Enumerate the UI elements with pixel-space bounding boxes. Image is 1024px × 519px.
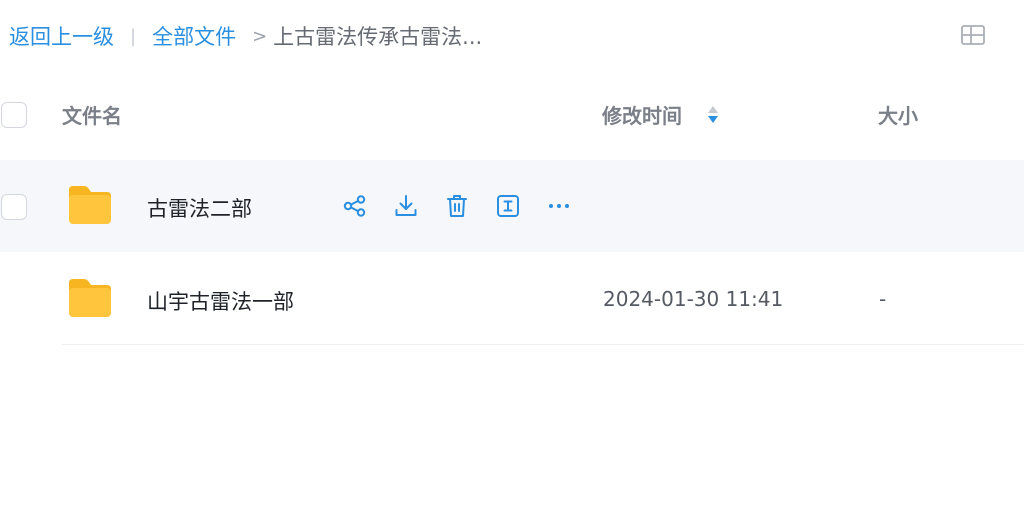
column-header-name[interactable]: 文件名 xyxy=(62,100,122,129)
breadcrumb: 返回上一级 | 全部文件 > 上古雷法传承古雷法... xyxy=(9,20,482,52)
row-actions xyxy=(342,193,597,219)
grid-view-icon[interactable] xyxy=(960,23,986,47)
sort-icon[interactable] xyxy=(706,101,720,127)
select-all-checkbox[interactable] xyxy=(1,102,27,128)
row-checkbox[interactable] xyxy=(1,194,27,220)
table-header: 文件名 修改时间 大小 xyxy=(0,88,1024,144)
all-files-link[interactable]: 全部文件 xyxy=(152,21,236,51)
breadcrumb-separator: | xyxy=(130,25,137,47)
table-row[interactable]: 山宇古雷法一部 2024-01-30 11:41 - xyxy=(0,253,1024,345)
folder-icon xyxy=(67,184,113,226)
table-row[interactable]: 古雷法二部 xyxy=(0,160,1024,252)
rename-icon[interactable] xyxy=(495,193,521,219)
column-header-modified[interactable]: 修改时间 xyxy=(602,100,682,129)
back-link[interactable]: 返回上一级 xyxy=(9,21,114,51)
folder-icon xyxy=(67,277,113,319)
download-icon[interactable] xyxy=(393,193,419,219)
more-icon[interactable] xyxy=(546,193,572,219)
file-browser: 返回上一级 | 全部文件 > 上古雷法传承古雷法... 文件名 修改时间 大小 xyxy=(0,0,1024,519)
row-divider xyxy=(62,344,1024,345)
share-icon[interactable] xyxy=(342,193,368,219)
modified-time: 2024-01-30 11:41 xyxy=(603,287,784,311)
breadcrumb-arrow: > xyxy=(252,25,268,47)
trash-icon[interactable] xyxy=(444,193,470,219)
current-folder-crumb: 上古雷法传承古雷法... xyxy=(273,25,483,49)
file-name[interactable]: 古雷法二部 xyxy=(147,193,252,223)
column-header-size[interactable]: 大小 xyxy=(878,100,918,129)
file-name[interactable]: 山宇古雷法一部 xyxy=(147,286,294,316)
file-size: - xyxy=(879,287,887,311)
